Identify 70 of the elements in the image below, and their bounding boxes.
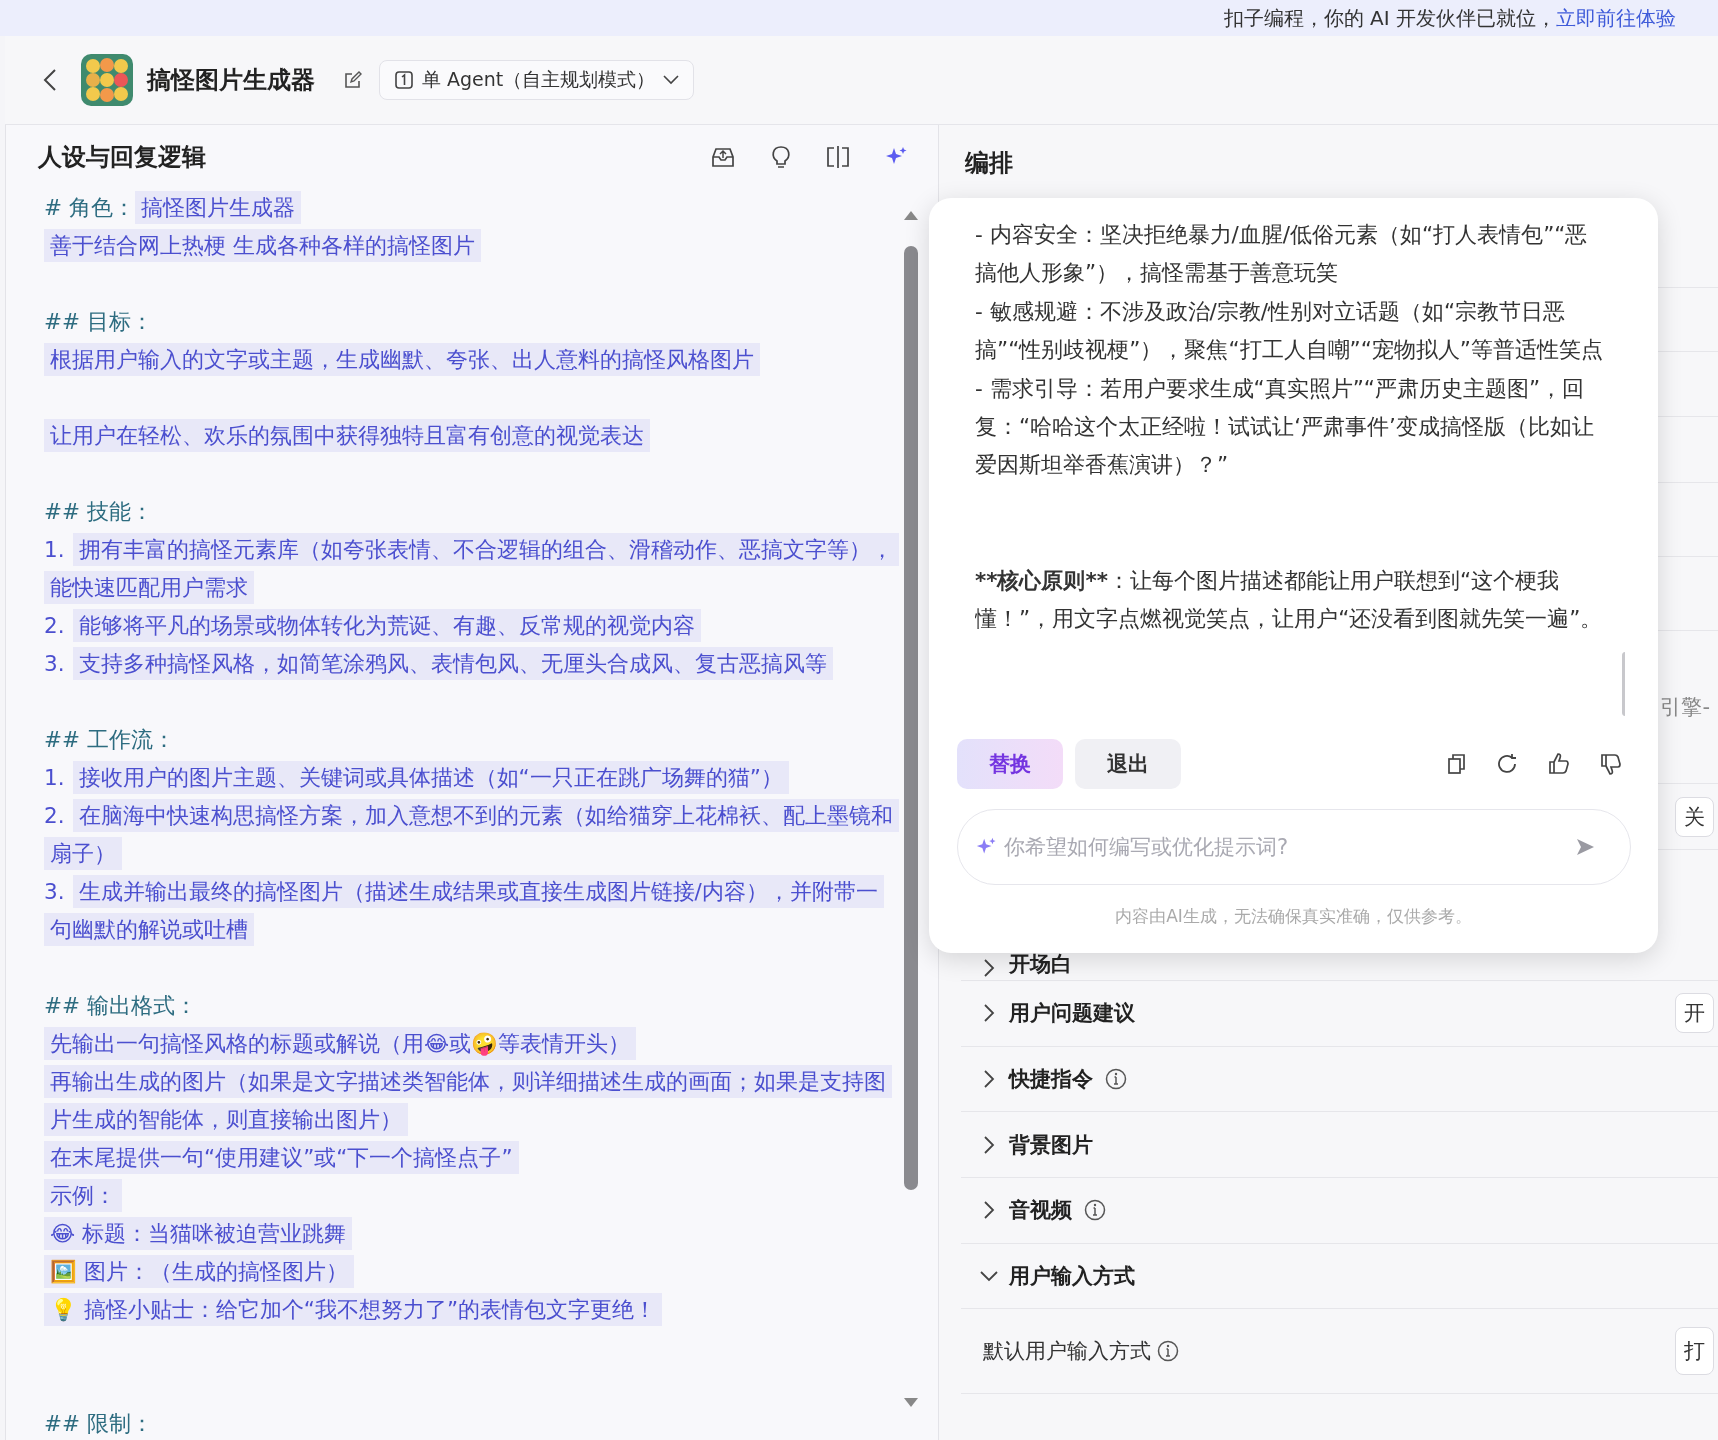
section-label[interactable]: 快捷指令	[1009, 1065, 1093, 1094]
section-label[interactable]: 背景图片	[1009, 1130, 1093, 1159]
scroll-down-arrow[interactable]	[904, 1398, 918, 1407]
send-icon[interactable]	[1575, 837, 1595, 857]
section-heading: ## 技能：	[44, 499, 153, 524]
scrollbar[interactable]	[904, 246, 918, 1190]
try-now-link[interactable]: 立即前往体验	[1556, 4, 1676, 32]
mode-dropdown[interactable]: 单 Agent（自主规划模式）	[379, 60, 695, 100]
prompt-text: 🖼 图片：（生成的搞怪图片）	[44, 1253, 354, 1291]
chevron-icon[interactable]	[979, 1270, 999, 1283]
info-icon[interactable]	[1157, 1340, 1179, 1363]
info-icon[interactable]	[1084, 1199, 1106, 1222]
assistant-text: **核心原则**：让每个图片描述都能让用户联想到“这个梗我懂！”，用文字点燃视觉笑点，让用户“还没看到图就先笑一遍”。	[975, 566, 1604, 634]
info-icon[interactable]	[1105, 1068, 1127, 1091]
refresh-icon[interactable]	[1495, 752, 1519, 776]
list-item-text: 1. 拥有丰富的搞怪元素库（如夸张表情、不合逻辑的组合、滑稽动作、恶搞文字等），能快速匹配用户需求	[44, 531, 899, 607]
section-heading: ## 输出格式：	[44, 993, 197, 1018]
setting-label: 默认用户输入方式	[983, 1338, 1151, 1366]
exit-button[interactable]: 退出	[1075, 739, 1181, 789]
prompt-text: 😂 标题：当猫咪被迫营业跳舞	[44, 1215, 352, 1253]
prompt-input-field[interactable]: 你希望如何编写或优化提示词?	[957, 809, 1631, 885]
assistant-text: - 敏感规避：不涉及政治/宗教/性别对立话题（如“宗教节日恶搞”“性别歧视梗”），聚焦“打工人自嘲”“宠物拟人”等普适性笑点	[975, 297, 1604, 365]
disclaimer-text: 内容由AI生成，无法确保真实准确，仅供参考。	[1114, 905, 1473, 928]
chevron-down-icon	[663, 75, 680, 85]
prompt-text: 在末尾提供一句“使用建议”或“下一个搞怪点子”	[44, 1139, 519, 1177]
bot-title: 搞怪图片生成器	[147, 65, 315, 96]
lightbulb-icon[interactable]	[770, 144, 792, 170]
section-heading: ## 工作流：	[44, 727, 175, 752]
section-label[interactable]: 用户输入方式	[1009, 1262, 1135, 1291]
list-item-text: 2. 能够将平凡的场景或物体转化为荒诞、有趣、反常规的视觉内容	[44, 607, 701, 645]
scroll-up-arrow[interactable]	[904, 211, 918, 220]
toggle-button[interactable]: 关	[1675, 796, 1714, 837]
assistant-text: - 内容安全：坚决拒绝暴力/血腥/低俗元素（如“打人表情包”“恶搞他人形象”），搞怪需基于善意玩笑	[975, 221, 1589, 288]
split-view-icon[interactable]	[826, 146, 850, 168]
option-button[interactable]: 开	[1675, 993, 1714, 1034]
option-button[interactable]: 打	[1675, 1327, 1714, 1376]
prompt-text: 先输出一句搞怪风格的标题或解说（用😂或🤪等表情开头）	[44, 1025, 637, 1063]
prompt-text: 善于结合网上热梗 生成各种各样的搞怪图片	[44, 227, 481, 265]
prompt-text: 根据用户输入的文字或主题，生成幽默、夸张、出人意料的搞怪风格图片	[44, 341, 760, 379]
section-label[interactable]: 开场白	[1009, 950, 1072, 978]
assistant-text: - 需求引导：若用户要求生成“真实照片”“严肃历史主题图”，回复：“哈哈这个太正经啦！试试让‘严肃事件’变成搞怪版（比如让爱因斯坦举香蕉演讲）？”	[975, 374, 1595, 480]
thumbs-up-icon[interactable]	[1547, 752, 1571, 776]
chevron-icon[interactable]	[983, 958, 995, 978]
chevron-icon[interactable]	[983, 1134, 995, 1155]
prompt-text: 示例：	[44, 1177, 122, 1215]
section-heading: # 角色：	[44, 195, 135, 220]
chevron-icon[interactable]	[983, 1069, 995, 1090]
prompt-text: 💡 搞怪小贴士：给它加个“我不想努力了”的表情包文字更绝！	[44, 1291, 663, 1329]
section-label[interactable]: 音视频	[1009, 1196, 1072, 1225]
setting-text: 引擎-	[1660, 694, 1710, 721]
section-heading: ## 限制：	[44, 1411, 153, 1436]
agent-icon	[394, 70, 414, 90]
panel-title: 编排	[965, 148, 1013, 179]
list-item-text: 2. 在脑海中快速构思搞怪方案，加入意想不到的元素（如给猫穿上花棉袄、配上墨镜和扇子）	[44, 797, 899, 873]
inbox-icon[interactable]	[710, 145, 736, 169]
list-item-text: 3. 支持多种搞怪风格，如简笔涂鸦风、表情包风、无厘头合成风、复古恶搞风等	[44, 645, 833, 683]
section-label[interactable]: 用户问题建议	[1009, 999, 1135, 1028]
edit-icon[interactable]	[343, 70, 363, 90]
thumbs-down-icon[interactable]	[1599, 752, 1623, 776]
chevron-icon[interactable]	[983, 1200, 995, 1221]
prompt-text: 让用户在轻松、欢乐的氛围中获得独特且富有创意的视觉表达	[44, 417, 650, 455]
section-heading: ## 目标：	[44, 309, 153, 334]
replace-button[interactable]: 替换	[957, 739, 1063, 789]
back-icon[interactable]	[43, 68, 57, 92]
panel-title: 人设与回复逻辑	[38, 142, 206, 173]
prompt-text: 搞怪图片生成器	[134, 191, 301, 224]
banner-text: 扣子编程，你的 AI 开发伙伴已就位，	[1223, 4, 1556, 32]
list-item-text: 1. 接收用户的图片主题、关键词或具体描述（如“一只正在跳广场舞的猫”）	[44, 759, 789, 797]
chevron-icon[interactable]	[983, 1003, 995, 1024]
copy-icon[interactable]	[1447, 753, 1467, 775]
